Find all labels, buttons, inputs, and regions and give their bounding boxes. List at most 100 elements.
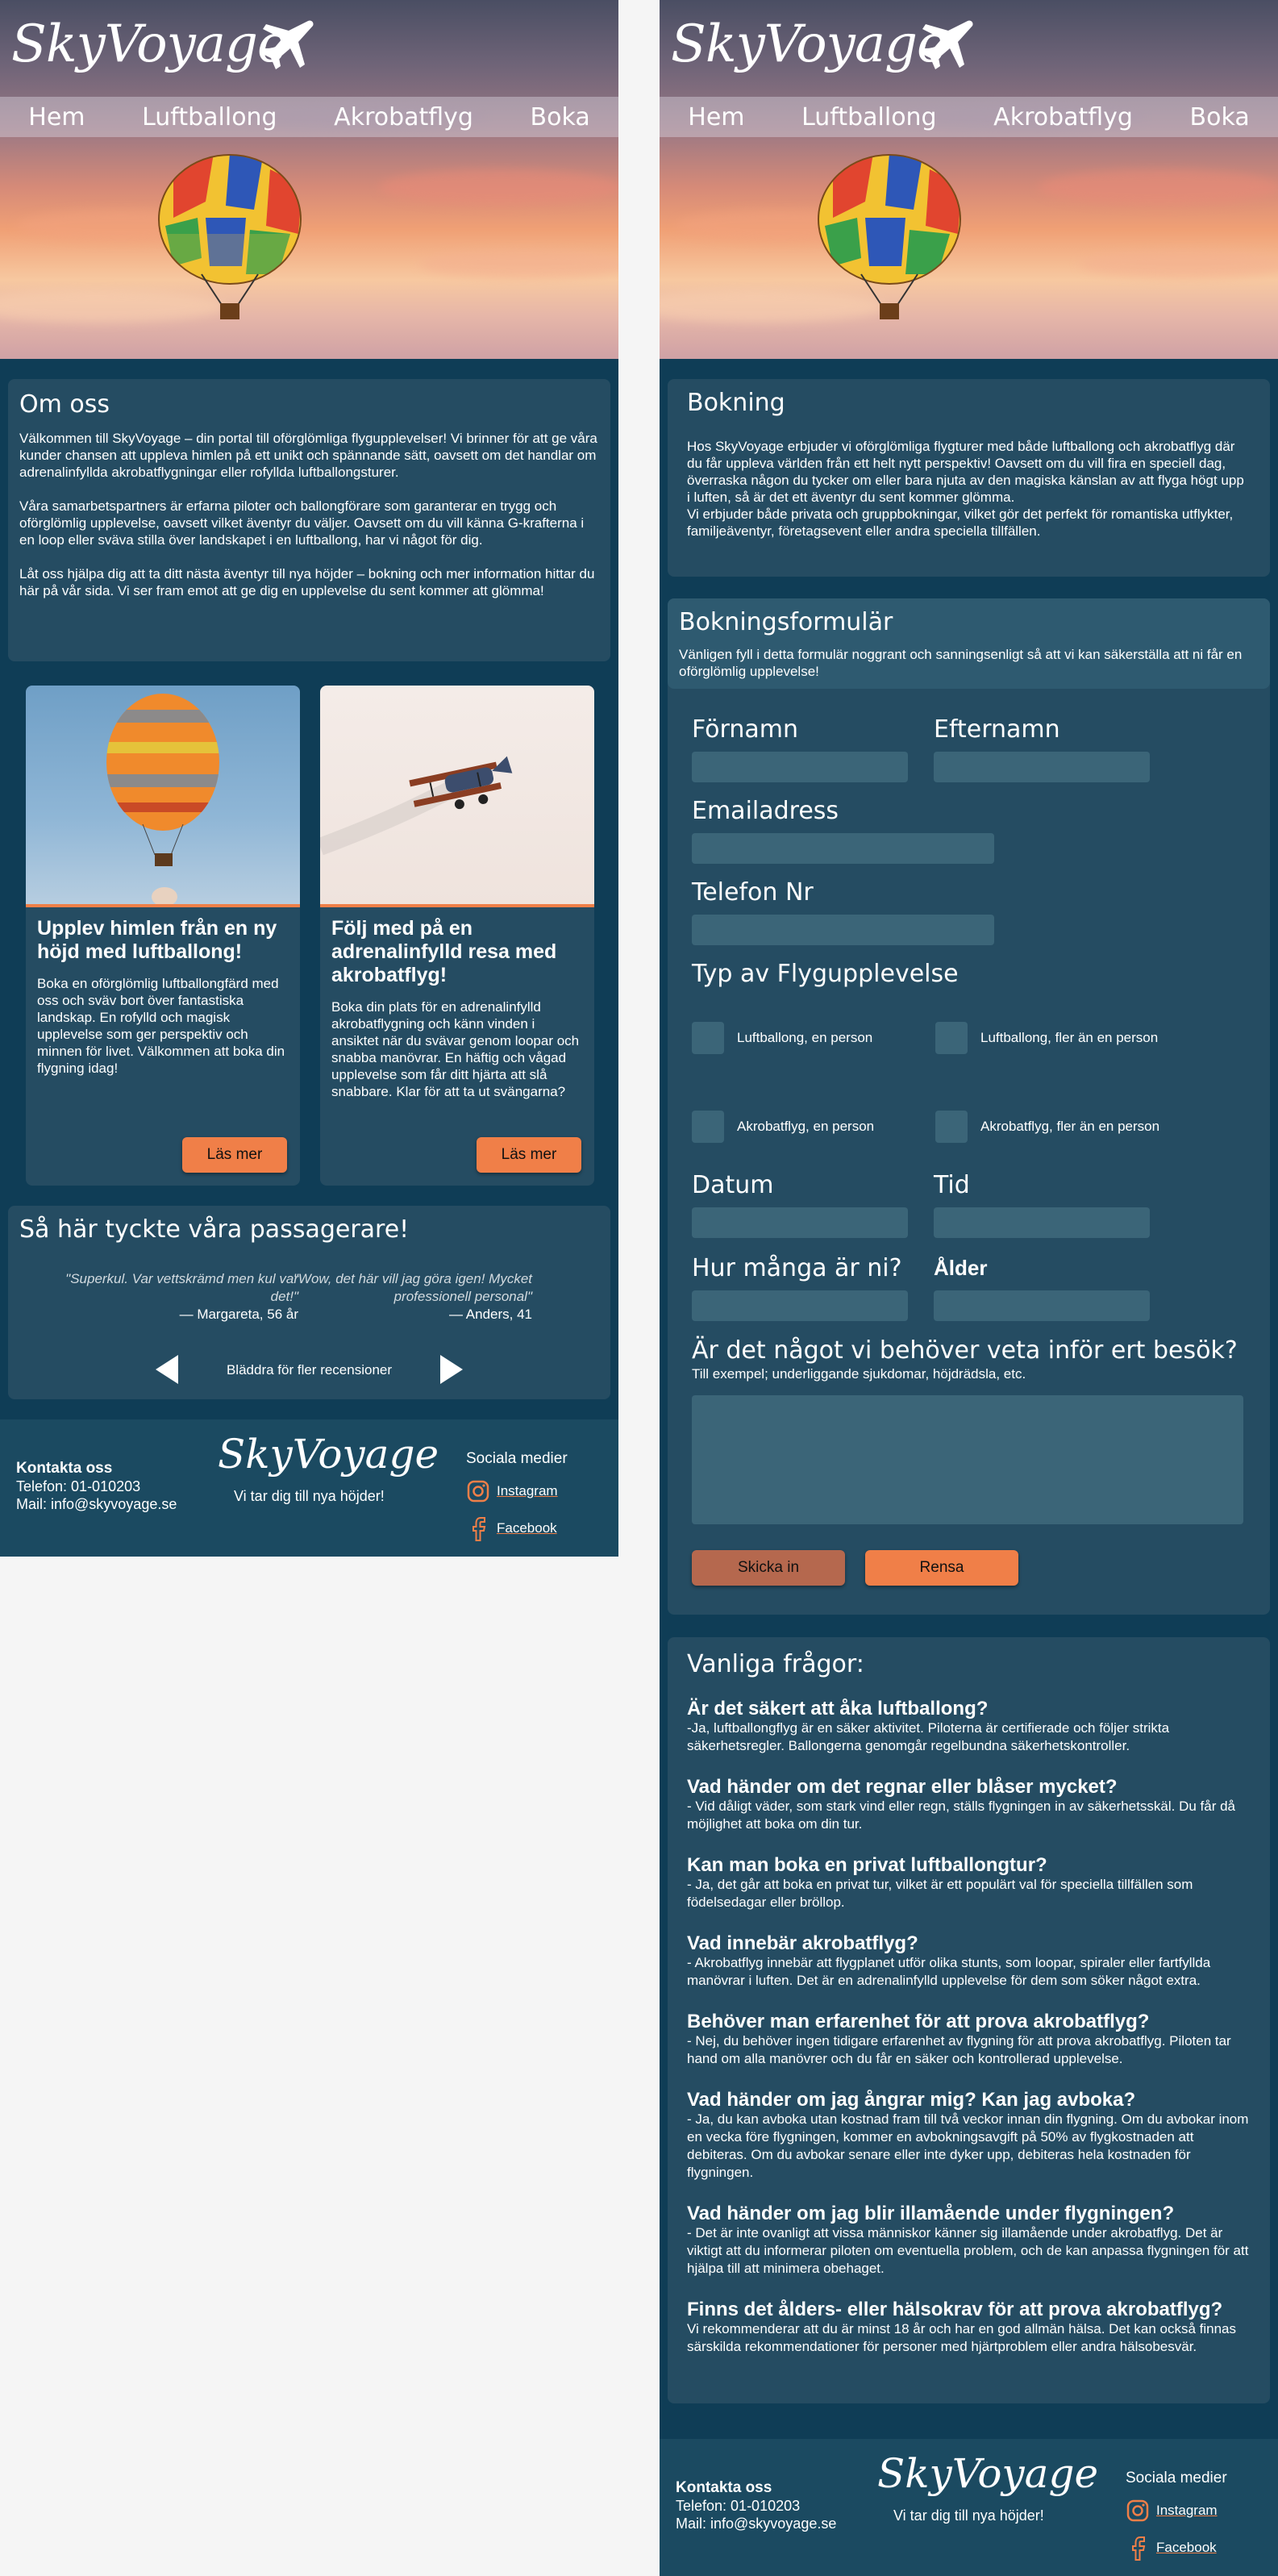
- review-nav-label: Bläddra för fler recensioner: [226, 1361, 393, 1378]
- faq-item: Vad händer om jag ångrar mig? Kan jag av…: [687, 2089, 1251, 2182]
- hot-air-balloon-image: [818, 154, 961, 319]
- email-input[interactable]: [692, 833, 994, 864]
- acrobatic-card-title: Följ med på en adrenalinfylld resa med a…: [331, 917, 557, 986]
- footer-contact: Kontakta oss Telefon: 01-010203 Mail: in…: [676, 2479, 836, 2532]
- balloon-card-text: Boka en oförglömlig luftballongfärd med …: [37, 976, 285, 1076]
- facebook-link[interactable]: Facebook: [1126, 2534, 1227, 2561]
- acrobatic-card-text: Boka din plats för en adrenalinfylld akr…: [331, 999, 580, 1099]
- nav-item-boka[interactable]: Boka: [1190, 103, 1250, 131]
- nav-item-hem[interactable]: Hem: [688, 103, 744, 131]
- option-checkbox[interactable]: [935, 1111, 968, 1143]
- facebook-link[interactable]: Facebook: [466, 1515, 568, 1542]
- faq-section: Vanliga frågor: Är det säkert att åka lu…: [668, 1637, 1270, 2403]
- about-section: Om oss Välkommen till SkyVoyage – din po…: [8, 379, 610, 661]
- footer: Kontakta oss Telefon: 01-010203 Mail: in…: [0, 1419, 618, 1557]
- reviews-title: Så här tyckte våra passagerare!: [19, 1215, 410, 1244]
- first-name-input[interactable]: [692, 752, 908, 782]
- faq-title: Vanliga frågor:: [687, 1650, 864, 1678]
- booking-intro-section: Bokning Hos SkyVoyage erbjuder vi oförgl…: [668, 379, 1270, 577]
- last-name-input[interactable]: [934, 752, 1150, 782]
- booking-page: SkyVoyage Hem Luftballong Akrobatflyg Bo…: [660, 0, 1278, 2576]
- read-more-button[interactable]: Läs mer: [477, 1137, 581, 1173]
- nav-item-boka[interactable]: Boka: [531, 103, 590, 131]
- site-logo[interactable]: SkyVoyage: [671, 15, 947, 74]
- option-label: Akrobatflyg, fler än en person: [980, 1119, 1160, 1134]
- faq-answer: - Ja, du kan avboka utan kostnad fram ti…: [687, 2111, 1249, 2180]
- contact-mail[interactable]: Mail: info@skyvoyage.se: [676, 2515, 836, 2532]
- instagram-link[interactable]: Instagram: [1126, 2499, 1227, 2523]
- last-name-label: Efternamn: [934, 715, 1060, 744]
- booking-form: Bokningsformulär Vänligen fyll i detta f…: [668, 598, 1270, 1615]
- option-label: Luftballong, en person: [737, 1030, 873, 1045]
- footer-social: Sociala medier Instagram Facebook: [466, 1450, 568, 1542]
- hot-air-balloon-image: [158, 154, 302, 319]
- airplane-logo-icon: [921, 20, 973, 70]
- facebook-icon: [1132, 2536, 1146, 2561]
- facebook-label[interactable]: Facebook: [1156, 2540, 1217, 2556]
- instagram-link[interactable]: Instagram: [466, 1479, 568, 1503]
- phone-label: Telefon Nr: [692, 878, 814, 907]
- balloon-card-title: Upplev himlen från en ny höjd med luftba…: [37, 917, 277, 963]
- acrobatic-card: Följ med på en adrenalinfylld resa med a…: [320, 686, 594, 1186]
- faq-answer: Vi rekommenderar att du är minst 18 år o…: [687, 2321, 1236, 2354]
- faq-question: Är det säkert att åka luftballong?: [687, 1698, 989, 1719]
- booking-paragraph: Vi erbjuder både privata och gruppboknin…: [687, 506, 1234, 539]
- instagram-icon: [1126, 2499, 1149, 2522]
- nav-item-akrobatflyg[interactable]: Akrobatflyg: [334, 103, 473, 131]
- footer-logo: SkyVoyage: [218, 1431, 439, 1478]
- faq-item: Vad händer om jag blir illamående under …: [687, 2203, 1251, 2278]
- phone-input[interactable]: [692, 915, 994, 945]
- option-checkbox[interactable]: [935, 1022, 968, 1054]
- read-more-button[interactable]: Läs mer: [182, 1137, 287, 1173]
- faq-answer: - Akrobatflyg innebär att flygplanet utf…: [687, 1955, 1211, 1988]
- nav-item-luftballong[interactable]: Luftballong: [142, 103, 277, 131]
- nav-item-luftballong[interactable]: Luftballong: [801, 103, 937, 131]
- option-checkbox[interactable]: [692, 1022, 724, 1054]
- first-name-label: Förnamn: [692, 715, 798, 744]
- faq-item: Kan man boka en privat luftballongtur? - …: [687, 1854, 1251, 1911]
- balloon-card-image: [26, 686, 300, 907]
- about-title: Om oss: [19, 390, 110, 419]
- instagram-label[interactable]: Instagram: [1156, 2503, 1218, 2519]
- time-input[interactable]: [934, 1207, 1150, 1238]
- flight-type-title: Typ av Flygupplevelse: [692, 960, 959, 988]
- instagram-label[interactable]: Instagram: [497, 1483, 558, 1499]
- faq-question: Vad händer om jag blir illamående under …: [687, 2203, 1175, 2224]
- nav-item-akrobatflyg[interactable]: Akrobatflyg: [993, 103, 1133, 131]
- facebook-label[interactable]: Facebook: [497, 1520, 557, 1536]
- faq-item: Vad händer om det regnar eller blåser my…: [687, 1776, 1251, 1833]
- contact-mail[interactable]: Mail: info@skyvoyage.se: [16, 1495, 177, 1513]
- site-logo[interactable]: SkyVoyage: [11, 15, 288, 74]
- age-input[interactable]: [934, 1290, 1150, 1321]
- booking-paragraph: Hos SkyVoyage erbjuder vi oförglömliga f…: [687, 439, 1244, 505]
- footer-social: Sociala medier Instagram Facebook: [1126, 2470, 1227, 2561]
- footer-tagline: Vi tar dig till nya höjder!: [234, 1488, 385, 1504]
- review-item: "Wow, det här vill jag göra igen! Mycket…: [290, 1270, 532, 1323]
- reviews-section: Så här tyckte våra passagerare! "Superku…: [8, 1206, 610, 1399]
- age-label: Ålder: [934, 1256, 988, 1280]
- main-nav: Hem Luftballong Akrobatflyg Boka: [660, 97, 1278, 137]
- footer-logo: SkyVoyage: [877, 2450, 1099, 2497]
- option-checkbox[interactable]: [692, 1111, 724, 1143]
- next-review-arrow-icon[interactable]: [440, 1355, 464, 1384]
- date-input[interactable]: [692, 1207, 908, 1238]
- airplane-logo-icon: [261, 20, 314, 70]
- review-author: — Anders, 41: [448, 1307, 532, 1322]
- submit-button[interactable]: Skicka in: [692, 1550, 845, 1586]
- reset-button[interactable]: Rensa: [865, 1550, 1018, 1586]
- count-input[interactable]: [692, 1290, 908, 1321]
- faq-item: Är det säkert att åka luftballong? -Ja, l…: [687, 1698, 1251, 1755]
- footer: Kontakta oss Telefon: 01-010203 Mail: in…: [660, 2439, 1278, 2576]
- needs-label: Är det något vi behöver veta inför ert b…: [692, 1336, 1238, 1365]
- previous-review-arrow-icon[interactable]: [155, 1355, 178, 1384]
- needs-textarea[interactable]: [692, 1395, 1243, 1524]
- hero-banner: SkyVoyage Hem Luftballong Akrobatflyg Bo…: [660, 0, 1278, 359]
- nav-item-hem[interactable]: Hem: [28, 103, 85, 131]
- footer-tagline: Vi tar dig till nya höjder!: [893, 2507, 1044, 2524]
- biplane-card-image: [320, 686, 594, 907]
- about-paragraph: Välkommen till SkyVoyage – din portal ti…: [19, 431, 597, 480]
- contact-title: Kontakta oss: [16, 1460, 113, 1477]
- faq-item: Behöver man erfarenhet för att prova akr…: [687, 2011, 1251, 2068]
- about-paragraph: Låt oss hjälpa dig att ta ditt nästa äve…: [19, 566, 595, 598]
- review-author: — Margareta, 56 år: [179, 1307, 298, 1322]
